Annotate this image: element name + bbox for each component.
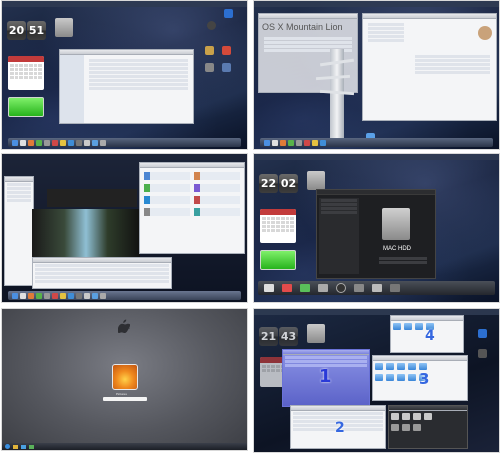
finder-sidebar[interactable]	[60, 55, 84, 123]
calendar-widget[interactable]	[8, 56, 44, 90]
settings-item[interactable]	[194, 196, 240, 204]
finder-window[interactable]	[59, 49, 194, 124]
calendar-grid	[8, 62, 44, 81]
menu-bar[interactable]	[254, 1, 499, 7]
screenshot-explorer-photo-viewer	[2, 154, 247, 302]
left-sidebar-window[interactable]	[4, 176, 34, 286]
start-button[interactable]	[5, 444, 10, 449]
window-thumbnail-1[interactable]: 1	[282, 349, 370, 407]
screenshot-mountain-lion-dashboard: OS X Mountain Lion	[254, 1, 499, 149]
app-icon[interactable]	[478, 329, 487, 338]
taskbar-item[interactable]	[29, 444, 34, 449]
drive-manager-titlebar[interactable]	[317, 190, 435, 195]
drive-manager-window[interactable]: MAC HDD	[316, 189, 436, 279]
calendar-widget[interactable]	[260, 209, 296, 243]
window-number-2: 2	[335, 420, 345, 436]
window-thumbnail-5[interactable]	[388, 405, 468, 449]
widget-icon[interactable]	[300, 284, 310, 292]
clock-minute: 51	[27, 21, 46, 40]
window-number-3: 3	[419, 370, 430, 388]
window-thumbnail-2[interactable]: 2	[290, 405, 386, 449]
settings-item[interactable]	[144, 208, 190, 216]
widget-icon[interactable]	[318, 284, 328, 292]
window-number-4: 4	[425, 328, 435, 344]
menu-bar[interactable]	[2, 1, 247, 7]
widget-icon[interactable]	[354, 284, 364, 292]
taskbar-item[interactable]	[21, 444, 26, 449]
apple-logo-icon	[118, 319, 130, 333]
avatar[interactable]	[478, 26, 492, 40]
settings-item[interactable]	[194, 208, 240, 216]
settings-item[interactable]	[144, 172, 190, 180]
settings-item[interactable]	[144, 196, 190, 204]
user-label: Pictures	[116, 392, 127, 396]
bottom-widget-bar[interactable]	[258, 281, 495, 295]
search-icon[interactable]	[224, 9, 233, 18]
widget-icon[interactable]	[336, 283, 346, 293]
app-icon[interactable]	[222, 46, 231, 55]
screenshot-desktop-clock-finder: 20 51	[2, 1, 247, 149]
app-icon[interactable]	[222, 63, 231, 72]
app-icon[interactable]	[205, 63, 214, 72]
dock[interactable]	[260, 138, 493, 147]
window-thumbnail-4[interactable]: 4	[390, 315, 464, 353]
settings-item[interactable]	[194, 172, 240, 180]
hard-drive-icon[interactable]	[307, 171, 325, 190]
viewer-toolbar[interactable]	[47, 189, 137, 207]
contact-window[interactable]	[362, 13, 497, 121]
menu-bar[interactable]	[254, 154, 499, 160]
settings-item[interactable]	[194, 184, 240, 192]
drive-name: MAC HDD	[383, 246, 411, 252]
app-icon[interactable]	[478, 349, 487, 358]
control-panel-window[interactable]	[139, 162, 245, 254]
dock[interactable]	[8, 138, 241, 147]
hard-drive-icon[interactable]	[307, 324, 325, 343]
contact-titlebar[interactable]	[363, 14, 496, 19]
gear-icon[interactable]	[207, 21, 216, 30]
widget-icon[interactable]	[264, 284, 274, 292]
widget-icon[interactable]	[282, 284, 292, 292]
screenshot-login-screen: Pictures	[2, 309, 247, 450]
clock-minute: 43	[279, 327, 298, 346]
clock-hour: 21	[259, 327, 278, 346]
clock-minute: 02	[279, 174, 298, 193]
drive-list[interactable]	[319, 198, 359, 274]
selected-drive-icon[interactable]	[382, 208, 410, 240]
screenshot-drive-manager: 22 02 MAC HDD	[254, 154, 499, 302]
file-list-window[interactable]	[32, 257, 172, 289]
taskbar[interactable]	[2, 443, 247, 450]
battery-widget	[260, 250, 296, 270]
widget-icon[interactable]	[372, 284, 382, 292]
clock-hour: 22	[259, 174, 278, 193]
settings-item[interactable]	[144, 184, 190, 192]
dock[interactable]	[8, 291, 241, 300]
user-avatar[interactable]	[112, 364, 138, 390]
battery-widget	[8, 97, 44, 117]
clock-hour: 20	[7, 21, 26, 40]
hard-drive-icon[interactable]	[55, 18, 73, 37]
password-input[interactable]	[103, 397, 147, 401]
finder-content[interactable]	[84, 55, 193, 123]
page-title: OS X Mountain Lion	[262, 22, 343, 32]
screenshot-window-switcher: 21 43 4 1 3 2	[254, 309, 499, 452]
widget-icon[interactable]	[390, 284, 400, 292]
waterfall-image[interactable]	[32, 209, 140, 259]
taskbar-item[interactable]	[13, 444, 18, 449]
app-icon[interactable]	[205, 46, 214, 55]
info-titlebar[interactable]	[259, 14, 357, 19]
window-number-1: 1	[319, 366, 332, 387]
window-thumbnail-3[interactable]: 3	[372, 355, 468, 401]
